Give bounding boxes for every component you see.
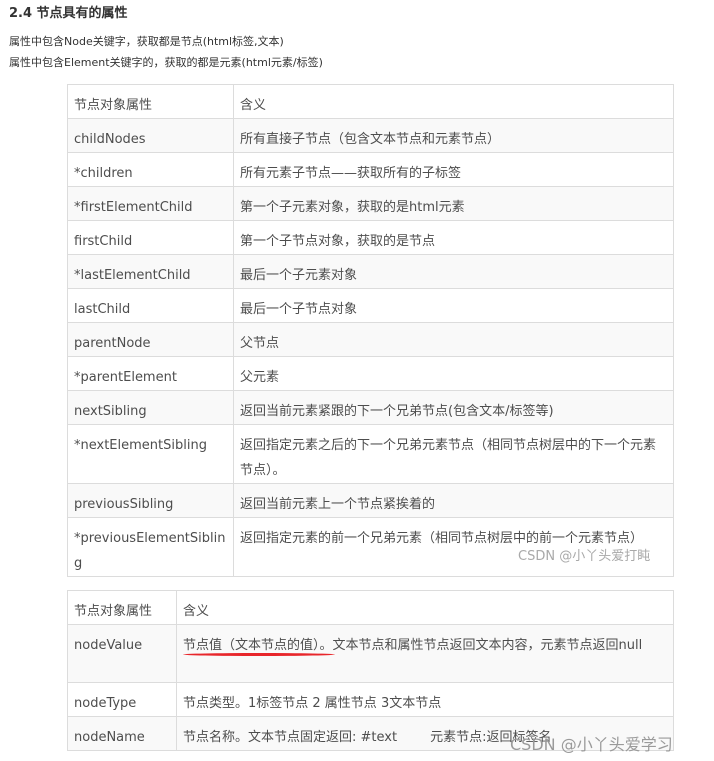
property-cell: nodeValue — [67, 624, 177, 683]
meaning-cell: 返回当前元素紧跟的下一个兄弟节点(包含文本/标签等) — [233, 390, 674, 425]
property-cell: nextSibling — [67, 390, 234, 425]
watermark-top: CSDN @小丫头爱打盹 — [518, 549, 651, 564]
property-cell: *previousElementSibling — [67, 517, 234, 577]
property-cell: *lastElementChild — [67, 254, 234, 289]
meaning-cell: 最后一个子元素对象 — [233, 254, 674, 289]
property-cell: firstChild — [67, 220, 234, 255]
header-cell-meaning: 含义 — [176, 590, 674, 625]
meaning-cell: 父节点 — [233, 322, 674, 357]
meaning-cell: 返回当前元素上一个节点紧挨着的 — [233, 483, 674, 518]
node-info-table: 节点对象属性 含义 nodeValue 节点值（文本节点的值）。文本节点和属性节… — [67, 590, 674, 751]
property-cell: parentNode — [67, 322, 234, 357]
underlined-property: *parentElement — [74, 365, 177, 390]
header-cell-property: 节点对象属性 — [67, 590, 177, 625]
watermark-bottom: CSDN @小丫头爱学习 — [510, 735, 673, 754]
property-cell: lastChild — [67, 288, 234, 323]
property-cell: previousSibling — [67, 483, 234, 518]
property-cell: *children — [67, 152, 234, 187]
meaning-cell: 节点类型。1标签节点 2 属性节点 3文本节点 — [176, 682, 674, 717]
section-heading: 2.4 节点具有的属性 — [9, 6, 128, 21]
property-cell: childNodes — [67, 118, 234, 153]
property-cell: *parentElement — [67, 356, 234, 391]
property-cell: *nextElementSibling — [67, 424, 234, 484]
underlined-meaning: 所有直接子节点（包含文本节点和元素节点） — [240, 127, 500, 152]
header-cell-meaning: 含义 — [233, 84, 674, 119]
property-cell: nodeName — [67, 716, 177, 751]
property-cell: *firstElementChild — [67, 186, 234, 221]
meaning-cell: 最后一个子节点对象 — [233, 288, 674, 323]
property-cell: nodeType — [67, 682, 177, 717]
meaning-text: 节点值（文本节点的值）。文本节点和属性节点返回文本内容，元素节点返回null — [183, 638, 643, 653]
meaning-cell: 第一个子节点对象，获取的是节点 — [233, 220, 674, 255]
red-underline-annotation — [183, 653, 335, 656]
meaning-text: 所有直接子节点（包含文本节点和元素节点） — [240, 132, 501, 147]
header-cell-property: 节点对象属性 — [67, 84, 234, 119]
note-node-keyword: 属性中包含Node关键字，获取都是节点(html标签,文本) — [9, 35, 284, 48]
meaning-cell: 第一个子元素对象，获取的是html元素 — [233, 186, 674, 221]
meaning-cell: 所有元素子节点——获取所有的子标签 — [233, 152, 674, 187]
meaning-cell: 节点值（文本节点的值）。文本节点和属性节点返回文本内容，元素节点返回null — [176, 624, 674, 683]
meaning-cell: 返回指定元素之后的下一个兄弟元素节点（相同节点树层中的下一个元素节点）。 — [233, 424, 674, 484]
note-element-keyword: 属性中包含Element关键字的，获取的都是元素(html元素/标签) — [9, 56, 323, 69]
node-properties-table: 节点对象属性 含义 childNodes 所有直接子节点（包含文本节点和元素节点… — [67, 84, 674, 577]
property-text: *parentElement — [74, 370, 177, 385]
meaning-cell: 父元素 — [233, 356, 674, 391]
meaning-cell: 所有直接子节点（包含文本节点和元素节点） — [233, 118, 674, 153]
